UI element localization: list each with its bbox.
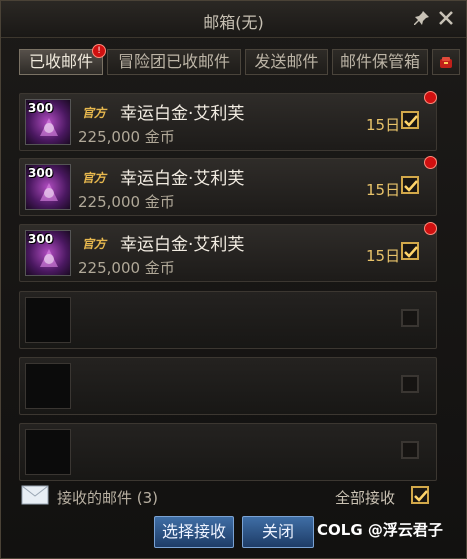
item-slot[interactable]: 300 bbox=[25, 99, 71, 145]
check-icon bbox=[404, 115, 418, 127]
gold-amount: 225,000 金币 bbox=[78, 259, 175, 277]
item-slot[interactable]: 300 bbox=[25, 164, 71, 210]
mail-checkbox[interactable] bbox=[401, 111, 419, 129]
tab-label: 已收邮件 bbox=[28, 52, 93, 71]
tab-label: 冒险团已收邮件 bbox=[117, 52, 230, 71]
pin-icon[interactable] bbox=[414, 10, 430, 26]
empty-mail-row bbox=[19, 291, 437, 349]
unread-badge bbox=[424, 222, 437, 235]
tab-label: 邮件保管箱 bbox=[339, 52, 420, 71]
tab-received-mail[interactable]: 已收邮件 ! bbox=[19, 44, 106, 75]
disabled-checkbox bbox=[401, 309, 419, 327]
disabled-checkbox bbox=[401, 375, 419, 393]
empty-item-slot bbox=[25, 429, 71, 475]
select-all-label[interactable]: 全部接收 bbox=[335, 487, 395, 508]
check-icon bbox=[404, 246, 418, 258]
gold-amount: 225,000 金币 bbox=[78, 193, 175, 211]
item-level: 300 bbox=[28, 101, 54, 115]
envelope-icon bbox=[21, 485, 49, 505]
empty-item-slot bbox=[25, 363, 71, 409]
mail-tabs: 已收邮件 ! 冒险团已收邮件 发送邮件 邮件保管箱 bbox=[19, 44, 460, 77]
mail-checkbox[interactable] bbox=[401, 176, 419, 194]
mailbox-shortcut-button[interactable] bbox=[432, 49, 460, 75]
select-all-checkbox[interactable] bbox=[411, 486, 429, 504]
select-receive-button[interactable]: 选择接收 bbox=[154, 516, 234, 548]
item-slot[interactable]: 300 bbox=[25, 230, 71, 276]
close-button[interactable]: 关闭 bbox=[242, 516, 314, 548]
mail-checkbox[interactable] bbox=[401, 242, 419, 260]
tab-send-mail[interactable]: 发送邮件 bbox=[245, 49, 328, 75]
item-level: 300 bbox=[28, 232, 54, 246]
official-badge: 官方 bbox=[82, 171, 107, 185]
unread-badge bbox=[424, 91, 437, 104]
days-left: 15日 bbox=[366, 247, 401, 265]
empty-mail-row bbox=[19, 357, 437, 415]
check-icon bbox=[404, 180, 418, 192]
unread-badge bbox=[424, 156, 437, 169]
watermark: COLG @浮云君子 bbox=[317, 521, 443, 539]
official-badge: 官方 bbox=[82, 237, 107, 251]
mail-row[interactable]: 300 官方 幸运白金·艾利芙 225,000 金币 15日 bbox=[19, 156, 437, 216]
avatar-item-icon bbox=[40, 183, 58, 201]
mailbox-window: 邮箱(无) 已收邮件 ! 冒险团已收邮件 发送邮件 邮件保管箱 300 官方 幸… bbox=[0, 0, 467, 559]
empty-mail-row bbox=[19, 423, 437, 481]
avatar-item-icon bbox=[40, 118, 58, 136]
received-mail-count: 接收的邮件 (3) bbox=[57, 489, 159, 507]
mail-sender: 幸运白金·艾利芙 bbox=[120, 235, 245, 255]
window-title: 邮箱(无) bbox=[203, 13, 264, 32]
mail-row[interactable]: 300 官方 幸运白金·艾利芙 225,000 金币 15日 bbox=[19, 222, 437, 282]
gold-amount: 225,000 金币 bbox=[78, 128, 175, 146]
tab-party-received-mail[interactable]: 冒险团已收邮件 bbox=[107, 49, 241, 75]
mail-row[interactable]: 300 官方 幸运白金·艾利芙 225,000 金币 15日 bbox=[19, 91, 437, 151]
mailbox-icon bbox=[440, 57, 452, 68]
mail-sender: 幸运白金·艾利芙 bbox=[120, 104, 245, 124]
tab-label: 发送邮件 bbox=[254, 52, 319, 71]
close-icon[interactable] bbox=[438, 10, 454, 26]
days-left: 15日 bbox=[366, 116, 401, 134]
disabled-checkbox bbox=[401, 441, 419, 459]
official-badge: 官方 bbox=[82, 106, 107, 120]
tab-mail-storage[interactable]: 邮件保管箱 bbox=[332, 49, 428, 75]
mail-sender: 幸运白金·艾利芙 bbox=[120, 169, 245, 189]
item-level: 300 bbox=[28, 166, 54, 180]
avatar-item-icon bbox=[40, 249, 58, 267]
check-icon bbox=[414, 490, 428, 502]
mail-list: 300 官方 幸运白金·艾利芙 225,000 金币 15日 300 官方 幸运… bbox=[19, 91, 437, 481]
window-titlebar[interactable]: 邮箱(无) bbox=[1, 1, 466, 38]
empty-item-slot bbox=[25, 297, 71, 343]
tab-notification-badge: ! bbox=[92, 44, 106, 58]
days-left: 15日 bbox=[366, 181, 401, 199]
